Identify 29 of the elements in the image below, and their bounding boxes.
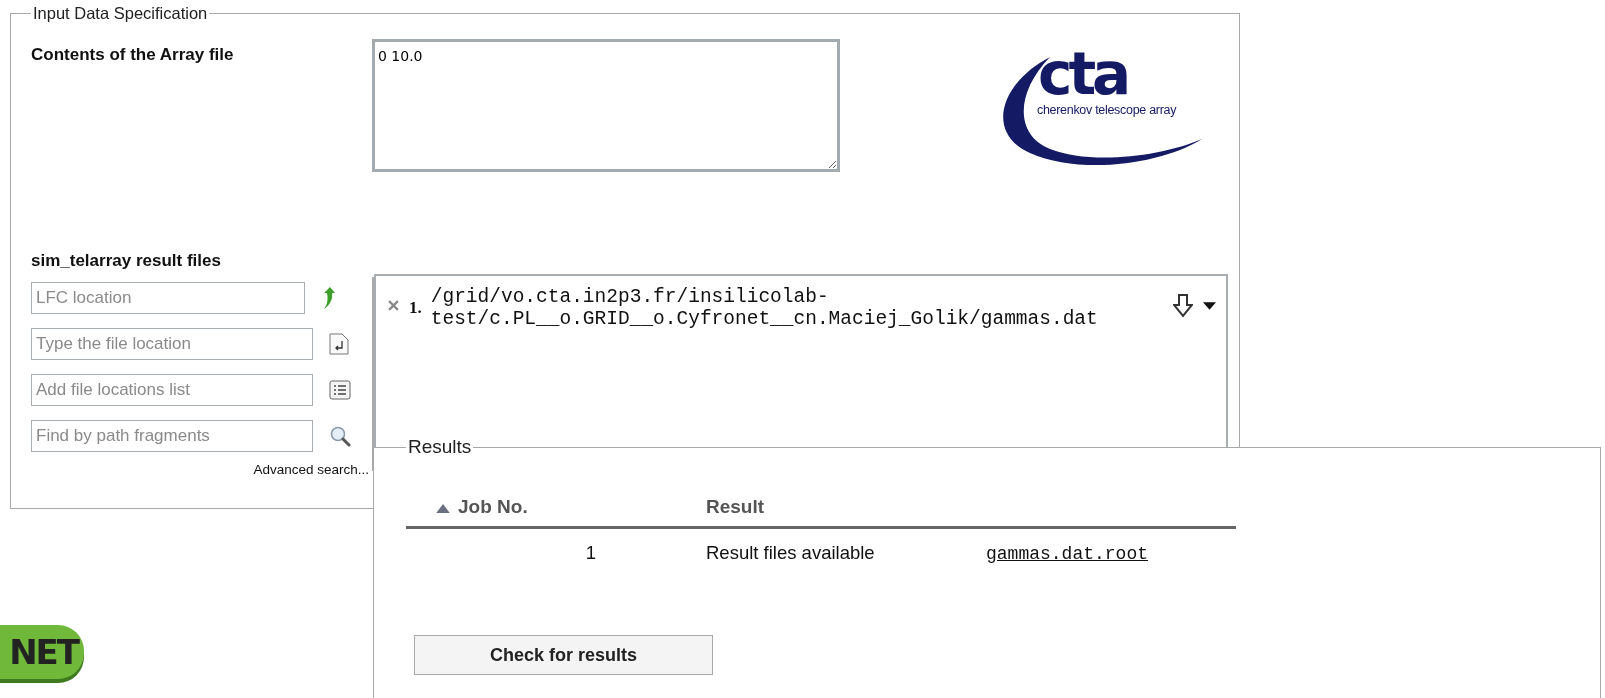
table-cell: 1 (406, 527, 706, 577)
panel-legend: Input Data Specification (31, 4, 210, 23)
input-field[interactable]: Type the file location (31, 328, 313, 360)
search-icon[interactable] (329, 425, 351, 447)
input-field[interactable]: LFC location (31, 282, 305, 314)
check-results-button[interactable]: Check for results (414, 635, 713, 675)
array-file-field[interactable]: 0 10.0 (372, 39, 840, 172)
list-icon[interactable] (329, 380, 351, 400)
field-label: Contents of the Array file (31, 45, 235, 65)
panel-legend: Results (406, 436, 474, 458)
field-label: sim_telarray result files (31, 251, 221, 271)
table-cell: Result files available (706, 527, 986, 577)
advanced-search-link[interactable]: Advanced search... (253, 462, 369, 477)
logo-wordmark: cta (1038, 45, 1128, 103)
input-field[interactable]: Find by path fragments (31, 420, 313, 452)
caret-icon[interactable] (1203, 302, 1216, 310)
curved-arrow-icon[interactable] (321, 287, 335, 309)
logo-tagline: cherenkov telescope array (1037, 103, 1177, 117)
logo-text: NET (9, 632, 78, 672)
column-header[interactable]: Job No. (406, 490, 706, 528)
file-link[interactable]: gammas.dat.root (986, 544, 1149, 564)
enter-file-icon[interactable] (329, 333, 349, 355)
column-header[interactable]: Result (706, 490, 986, 528)
input-field[interactable]: Add file locations list (31, 374, 313, 406)
down-arrow-icon[interactable] (1173, 294, 1193, 318)
file-number: 1. (409, 298, 422, 318)
sort-ascending-icon (436, 504, 450, 513)
file-path: /grid/vo.cta.in2p3.fr/insilicolab-test/c.PL__o.GRID__o.Cyfronet__cn.Maciej_Golik/gammas.dat (430, 286, 1099, 330)
close-icon[interactable] (388, 300, 399, 311)
